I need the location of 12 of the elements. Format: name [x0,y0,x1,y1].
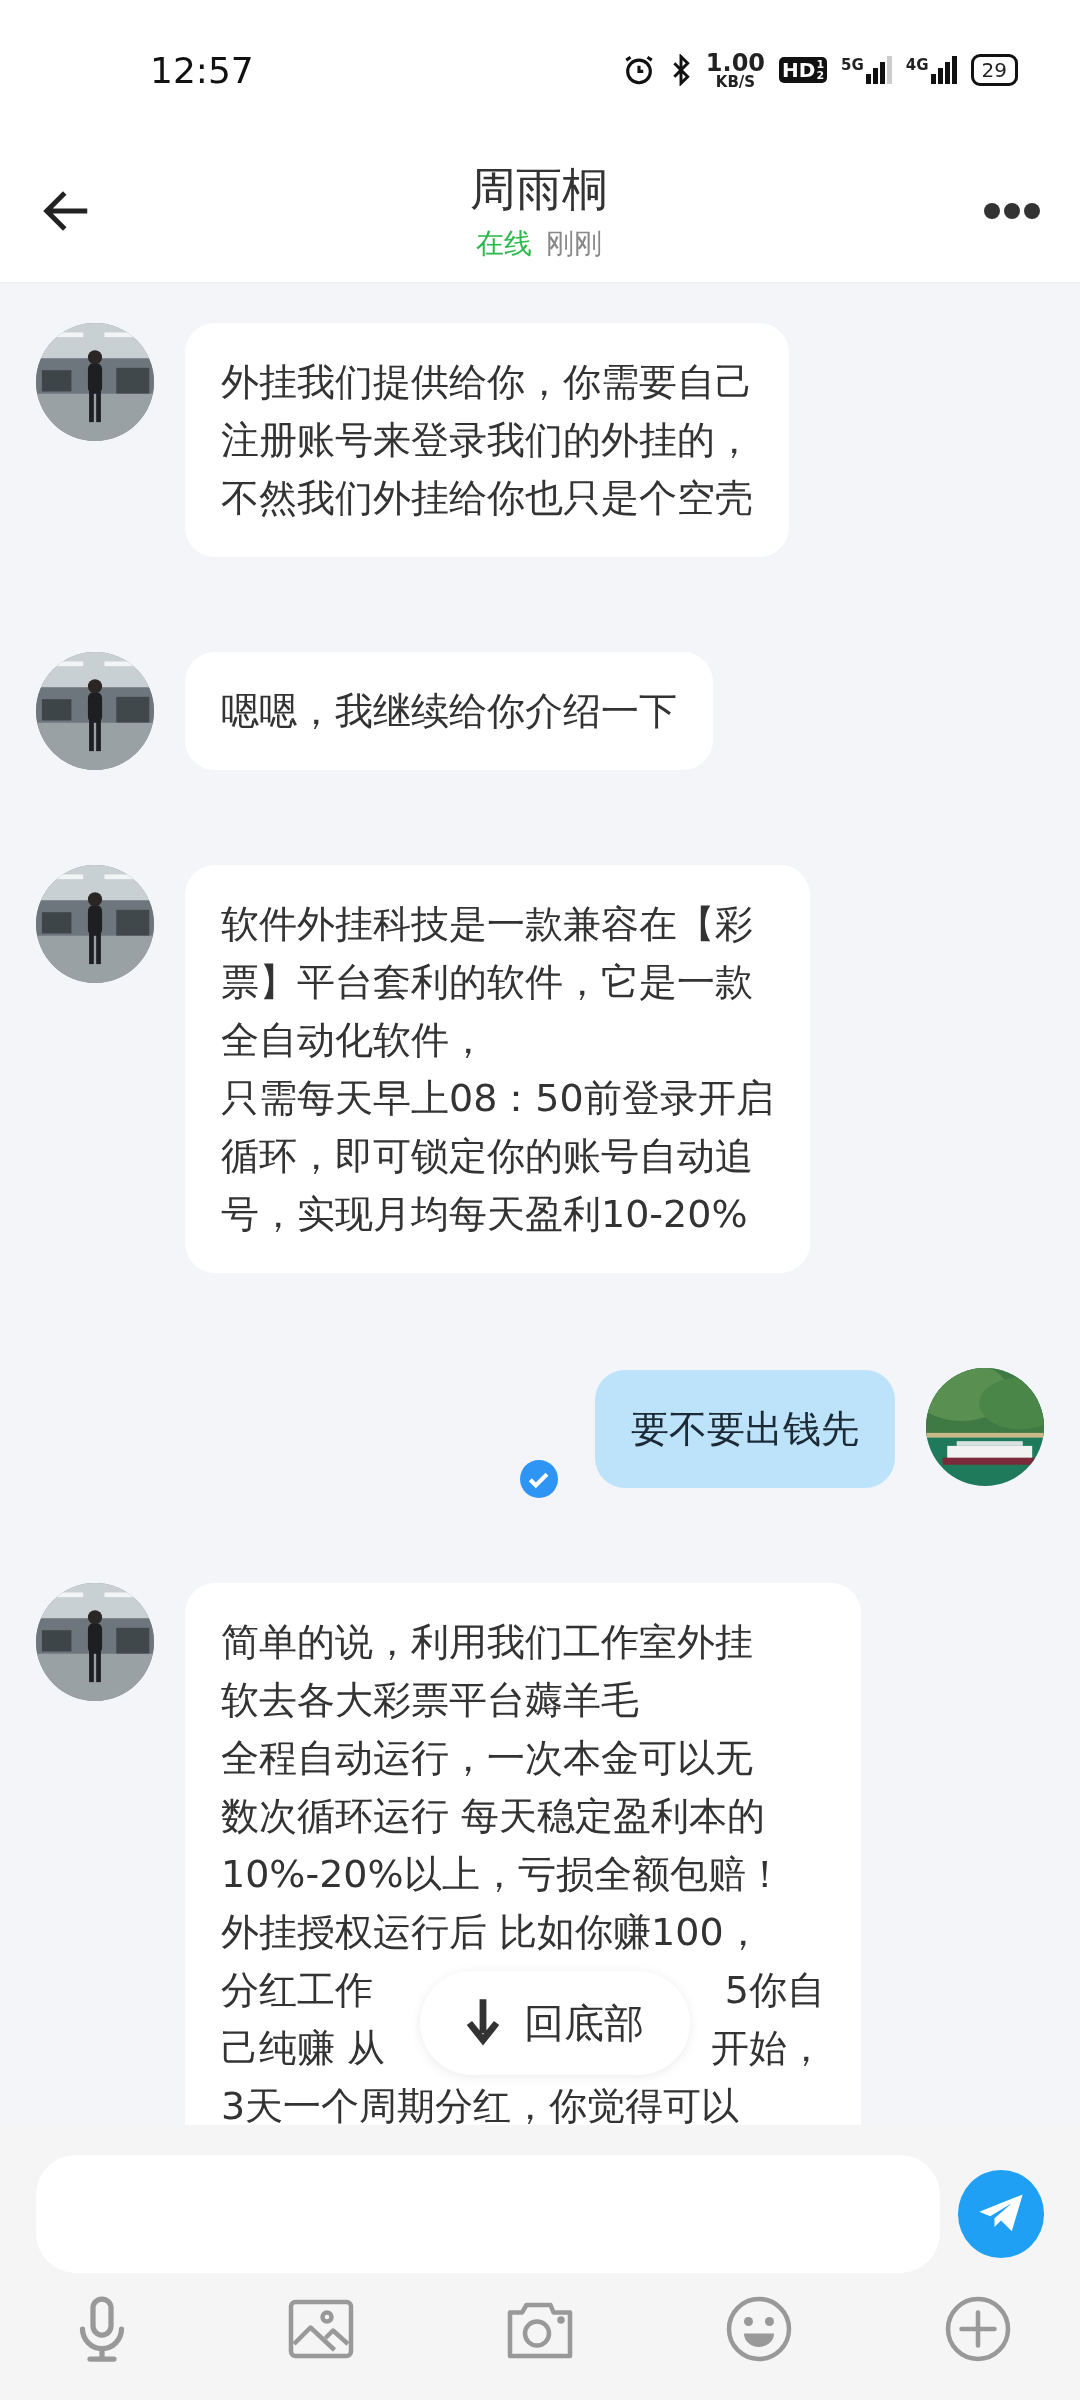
message-bubble: 软件外挂科技是一款兼容在【彩 票】平台套利的软件，它是一款 全自动化软件， 只需每天早上08：50前登录开启 循环，即可锁定你的账号自动追 号，实现月均每天盈利10-20% [185,865,810,1273]
clock-time: 12:57 [150,49,254,91]
online-status: 在线 [476,226,532,262]
last-seen: 刚刚 [546,226,602,262]
contact-name: 周雨桐 [470,161,608,218]
message-bubble: 嗯嗯，我继续给你介绍一下 [185,652,713,770]
message-bubble: 要不要出钱先 [595,1370,895,1488]
battery-icon: 29 [970,54,1018,86]
arrow-down-icon [466,1999,500,2047]
message-bubble: 外挂我们提供给你，你需要自己 注册账号来登录我们的外挂的， 不然我们外挂给你也只是个空壳 [185,323,789,557]
more-icon[interactable] [984,201,1040,221]
network-speed: 1.00 KB/S [705,50,766,90]
